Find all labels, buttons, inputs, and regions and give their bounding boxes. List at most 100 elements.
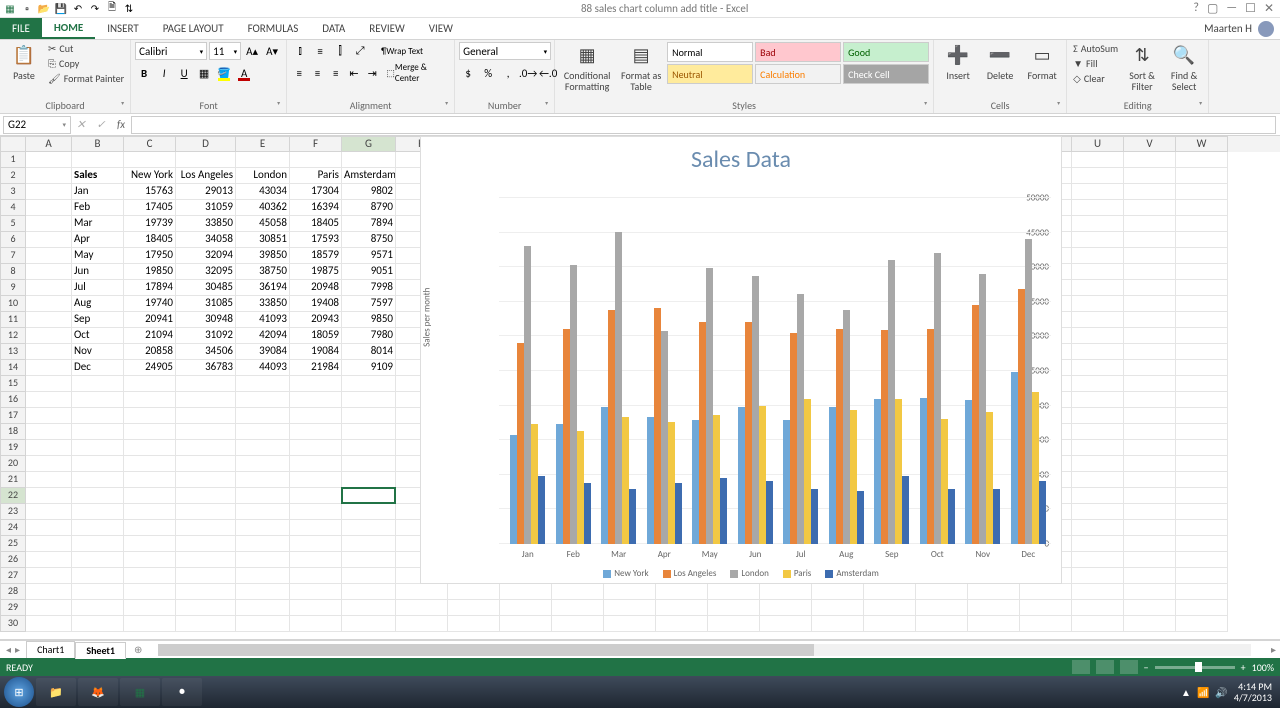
cell[interactable]	[342, 600, 396, 616]
cell[interactable]: 7894	[342, 216, 396, 232]
explorer-taskbar-icon[interactable]: 📁	[36, 678, 76, 706]
cell[interactable]	[72, 440, 124, 456]
system-tray[interactable]: ▲ 📶 🔊 4:14 PM 4/7/2013	[1181, 681, 1276, 703]
style-bad[interactable]: Bad	[755, 42, 841, 62]
cell[interactable]	[72, 584, 124, 600]
cell[interactable]	[290, 552, 342, 568]
cell[interactable]: Jan	[72, 184, 124, 200]
font-name-combo[interactable]: Calibri▾	[135, 42, 207, 60]
tray-flag-icon[interactable]: ▲	[1181, 686, 1191, 699]
cell[interactable]	[1124, 344, 1176, 360]
cell[interactable]: 19875	[290, 264, 342, 280]
cell[interactable]: Mar	[72, 216, 124, 232]
cell[interactable]	[26, 488, 72, 504]
cell[interactable]	[290, 456, 342, 472]
row-header[interactable]: 7	[0, 248, 26, 264]
cell[interactable]	[1020, 616, 1072, 632]
cell[interactable]: 19084	[290, 344, 342, 360]
paste-button[interactable]: 📋 Paste	[4, 42, 44, 83]
bar[interactable]	[1039, 481, 1046, 544]
cell[interactable]: 7998	[342, 280, 396, 296]
account-area[interactable]: Maarten H	[1204, 18, 1280, 39]
cell[interactable]	[342, 424, 396, 440]
bar[interactable]	[920, 398, 927, 544]
cell[interactable]	[1124, 312, 1176, 328]
font-color-button[interactable]: A	[235, 64, 253, 82]
bar[interactable]	[759, 406, 766, 544]
fx-icon[interactable]: fx	[111, 118, 131, 131]
cell[interactable]	[176, 488, 236, 504]
cell[interactable]	[72, 616, 124, 632]
cell[interactable]	[26, 232, 72, 248]
cell[interactable]	[1176, 520, 1228, 536]
cell[interactable]	[26, 504, 72, 520]
cell[interactable]	[1124, 568, 1176, 584]
cell[interactable]	[1176, 152, 1228, 168]
cell[interactable]	[342, 536, 396, 552]
cell[interactable]	[176, 376, 236, 392]
row-header[interactable]: 23	[0, 504, 26, 520]
cell[interactable]: London	[236, 168, 290, 184]
bar-group[interactable]: Nov	[960, 178, 1006, 544]
cell[interactable]	[396, 616, 448, 632]
cell[interactable]	[176, 472, 236, 488]
bar[interactable]	[524, 246, 531, 544]
cell[interactable]	[1072, 248, 1124, 264]
row-header[interactable]: 14	[0, 360, 26, 376]
cell[interactable]	[342, 520, 396, 536]
cell[interactable]	[236, 616, 290, 632]
bar[interactable]	[874, 399, 881, 544]
cell[interactable]	[1072, 552, 1124, 568]
cell[interactable]: Nov	[72, 344, 124, 360]
cell[interactable]	[236, 424, 290, 440]
cell[interactable]	[604, 584, 656, 600]
cell[interactable]	[1072, 376, 1124, 392]
cell[interactable]	[1176, 424, 1228, 440]
new-icon[interactable]: ▫	[20, 2, 34, 16]
cell[interactable]	[176, 408, 236, 424]
cell[interactable]	[708, 616, 760, 632]
cell[interactable]	[500, 584, 552, 600]
bar[interactable]	[881, 330, 888, 544]
bar[interactable]	[934, 253, 941, 544]
cell[interactable]	[1124, 616, 1176, 632]
page-break-view-button[interactable]	[1120, 660, 1138, 674]
cell[interactable]	[124, 456, 176, 472]
format-painter-button[interactable]: 🖌Format Painter	[46, 72, 126, 85]
align-center-icon[interactable]: ≡	[309, 64, 325, 82]
cell[interactable]: 8750	[342, 232, 396, 248]
cell[interactable]	[236, 536, 290, 552]
cell[interactable]	[72, 424, 124, 440]
row-header[interactable]: 6	[0, 232, 26, 248]
cell[interactable]	[124, 152, 176, 168]
cell[interactable]	[1124, 472, 1176, 488]
bar[interactable]	[790, 333, 797, 544]
find-select-button[interactable]: 🔍Find & Select	[1164, 42, 1204, 94]
cell[interactable]	[342, 456, 396, 472]
bar-group[interactable]: Feb	[551, 178, 597, 544]
col-header-U[interactable]: U	[1072, 136, 1124, 152]
cell[interactable]: Feb	[72, 200, 124, 216]
cell[interactable]	[1176, 616, 1228, 632]
style-neutral[interactable]: Neutral	[667, 64, 753, 84]
cell[interactable]: 24905	[124, 360, 176, 376]
row-header[interactable]: 15	[0, 376, 26, 392]
cell[interactable]	[72, 504, 124, 520]
bar[interactable]	[668, 422, 675, 544]
cell[interactable]	[26, 200, 72, 216]
cell[interactable]: 20858	[124, 344, 176, 360]
cell[interactable]: 9850	[342, 312, 396, 328]
row-header[interactable]: 28	[0, 584, 26, 600]
cell[interactable]: 9571	[342, 248, 396, 264]
bar[interactable]	[843, 310, 850, 544]
cell[interactable]: 44093	[236, 360, 290, 376]
cell[interactable]	[1124, 264, 1176, 280]
chart-title[interactable]: Sales Data	[421, 137, 1061, 178]
cell[interactable]	[124, 376, 176, 392]
bar[interactable]	[1032, 392, 1039, 544]
cell[interactable]	[290, 376, 342, 392]
cell[interactable]	[448, 584, 500, 600]
bar[interactable]	[766, 481, 773, 544]
bar[interactable]	[986, 412, 993, 544]
cell[interactable]: 45058	[236, 216, 290, 232]
